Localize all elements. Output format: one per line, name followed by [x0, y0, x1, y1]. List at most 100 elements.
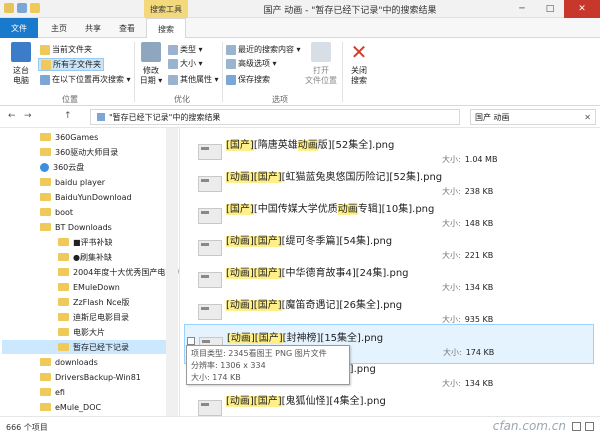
nav-folder-label: 暂存已经下记录: [73, 342, 129, 352]
tooltip-size: 大小: 174 KB: [191, 373, 241, 382]
folder-icon: [40, 208, 51, 216]
file-name-highlight: [动画][国产]: [227, 333, 283, 344]
search-input[interactable]: 国产 动画 ✕: [470, 109, 596, 125]
nav-folder-item[interactable]: downloads: [40, 355, 98, 369]
nav-folder-label: baidu player: [55, 177, 106, 187]
file-size-value: 134 KB: [464, 283, 494, 292]
kind-label: 类型 ▾: [180, 45, 203, 54]
file-name-text: [魔笛奇遇记][26集全].png: [281, 300, 403, 311]
nav-folder-item[interactable]: ZzFlash Nce版: [58, 295, 130, 309]
nav-folder-label: 迪斯尼电影目录: [73, 312, 129, 322]
new-folder-icon[interactable]: [30, 3, 40, 13]
open-file-location-button[interactable]: 打开 文件位置: [302, 42, 340, 86]
all-subfolders-button[interactable]: 所有子文件夹: [38, 58, 104, 71]
tooltip-type: 项目类型: 2345看图王 PNG 图片文件: [191, 349, 327, 358]
large-icons-view-icon[interactable]: [585, 422, 594, 431]
minimize-button[interactable]: ─: [508, 0, 536, 18]
nav-folder-label: EMuleDown: [73, 282, 120, 292]
nav-folder-label: ■评书补缺: [73, 237, 113, 247]
nav-folder-item[interactable]: 迪斯尼电影目录: [58, 310, 129, 324]
file-name-text: [虹猫蓝兔奥悠国历险记][52集].png: [281, 172, 443, 183]
nav-folder-item[interactable]: efi: [40, 385, 65, 399]
tab-home[interactable]: 主页: [44, 18, 74, 38]
kind-button[interactable]: 类型 ▾: [168, 44, 203, 55]
file-name-highlight: [国产]: [226, 204, 254, 215]
size-icon: [168, 58, 178, 69]
file-name-text: [隋唐英雄: [253, 140, 298, 151]
current-folder-button[interactable]: 当前文件夹: [40, 44, 92, 55]
folder-open-icon: [311, 42, 331, 62]
search-again-button[interactable]: 在以下位置再次搜索 ▾: [40, 74, 131, 85]
nav-folder-label: 2004年度十大优秀国产电视剧: [73, 267, 180, 277]
nav-folder-label: 360云盘: [53, 162, 85, 172]
nav-folder-item[interactable]: baidu player: [40, 175, 105, 189]
file-name-highlight: 动画: [297, 140, 318, 151]
nav-folder-item[interactable]: ■评书补缺: [58, 235, 113, 249]
nav-folder-item[interactable]: 360驱动大师目录: [40, 145, 118, 159]
advanced-options-button[interactable]: 高级选项 ▾: [226, 58, 277, 69]
properties-icon: [168, 74, 178, 85]
recent-searches-button[interactable]: 最近的搜索内容 ▾: [226, 44, 301, 55]
image-thumbnail-icon: [198, 304, 222, 320]
up-button[interactable]: ↑: [64, 111, 72, 121]
nav-folder-label: BT Downloads: [55, 222, 112, 232]
back-button[interactable]: ←: [8, 111, 16, 121]
size-button[interactable]: 大小 ▾: [168, 58, 203, 69]
ribbon-divider: [342, 42, 343, 102]
row-checkbox[interactable]: [187, 337, 195, 345]
nav-folder-item[interactable]: BaiduYunDownload: [40, 190, 132, 204]
nav-folder-label: BaiduYunDownload: [55, 192, 132, 202]
folder-icon: [40, 178, 51, 186]
nav-folder-item[interactable]: 电影大片: [58, 325, 105, 339]
save-search-button[interactable]: 保存搜索: [226, 74, 270, 85]
properties-icon[interactable]: [17, 3, 27, 13]
current-folder-label: 当前文件夹: [52, 45, 92, 54]
path-box[interactable]: "暂存已经下记录"中的搜索结果: [90, 109, 460, 125]
this-pc-button[interactable]: 这台 电脑: [6, 42, 36, 86]
nav-folder-label: 360Games: [55, 132, 99, 142]
file-name: [动画][国产][封神榜][15集全].png: [227, 329, 383, 344]
nav-folder-item[interactable]: ●刷集补缺: [58, 250, 112, 264]
tab-file[interactable]: 文件: [0, 18, 38, 38]
file-name: [国产][隋唐英雄动画版][52集全].png: [226, 136, 394, 151]
nav-folder-item[interactable]: EMuleDown: [58, 280, 120, 294]
tab-share[interactable]: 共享: [78, 18, 108, 38]
nav-folder-label: 电影大片: [73, 327, 105, 337]
file-name: [动画][国产][鬼狐仙怪][4集全].png: [226, 392, 386, 407]
nav-folder-item[interactable]: DriversBackup-Win81: [40, 370, 141, 384]
file-name-text: [封神榜][15集全].png: [282, 333, 384, 344]
maximize-button[interactable]: □: [536, 0, 564, 18]
clear-search-icon[interactable]: ✕: [584, 113, 591, 122]
forward-button[interactable]: →: [24, 111, 32, 121]
nav-folder-item[interactable]: 360云盘: [40, 160, 84, 174]
nav-scrollbar[interactable]: [166, 128, 178, 416]
search-folder-icon: [40, 74, 50, 85]
folder-icon: [40, 148, 51, 156]
window-controls: ─ □ ✕: [508, 0, 600, 18]
search-again-label: 在以下位置再次搜索 ▾: [52, 75, 131, 84]
tab-view[interactable]: 查看: [112, 18, 142, 38]
folder-icon: [40, 358, 51, 366]
date-modified-button[interactable]: 修改 日期 ▾: [138, 42, 164, 86]
nav-folder-item[interactable]: 360Games: [40, 130, 98, 144]
date-modified-label: 修改 日期 ▾: [139, 66, 163, 85]
details-view-icon[interactable]: [572, 422, 581, 431]
folder-icon[interactable]: [4, 3, 14, 13]
close-search-button[interactable]: ✕ 关闭 搜索: [346, 42, 372, 86]
nav-folder-item[interactable]: eMule_DOC: [40, 400, 101, 414]
ribbon-tabs: 文件 主页 共享 查看 搜索: [0, 18, 600, 39]
file-size-value: 935 KB: [464, 315, 494, 324]
nav-folder-item[interactable]: 暂存已经下记录: [2, 340, 178, 354]
nav-folder-item[interactable]: 2004年度十大优秀国产电视剧: [58, 265, 180, 279]
nav-folder-label: boot: [55, 207, 74, 217]
ribbon-divider: [134, 42, 135, 102]
close-button[interactable]: ✕: [564, 0, 600, 18]
nav-folder-item[interactable]: BT Downloads: [40, 220, 112, 234]
other-properties-button[interactable]: 其他属性 ▾: [168, 74, 219, 85]
nav-folder-item[interactable]: boot: [40, 205, 73, 219]
tab-search[interactable]: 搜索: [146, 18, 186, 39]
file-name-highlight: [动画][国产]: [226, 236, 282, 247]
file-size-label: 大小:: [442, 219, 461, 228]
folder-icon: [58, 298, 69, 306]
image-thumbnail-icon: [198, 176, 222, 192]
